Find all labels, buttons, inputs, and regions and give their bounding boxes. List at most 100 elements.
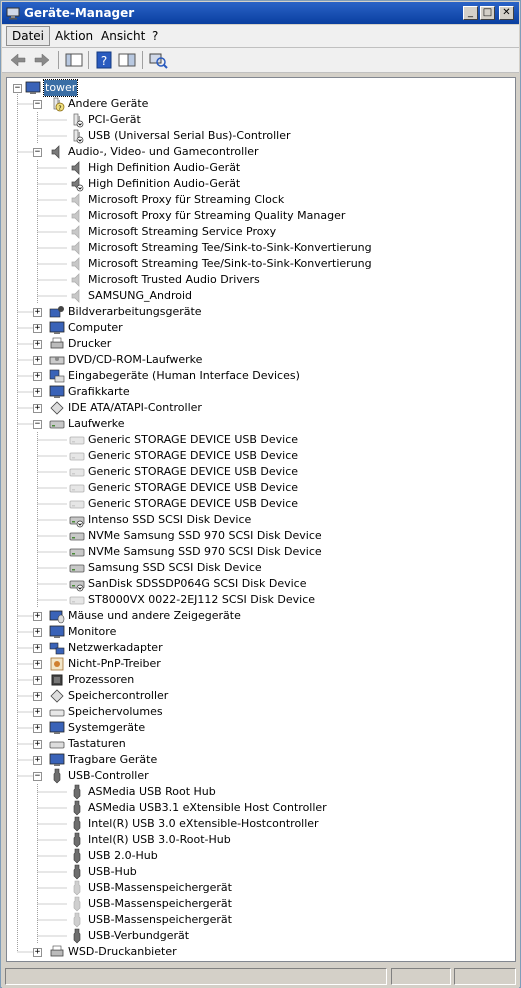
tree-group[interactable]: + Speichercontroller [7, 688, 507, 704]
tree-device[interactable]: Microsoft Streaming Tee/Sink-to-Sink-Kon… [7, 240, 507, 256]
tree-group[interactable]: + IDE ATA/ATAPI-Controller [7, 400, 507, 416]
tree-device[interactable]: USB-Hub [7, 864, 507, 880]
tree-device[interactable]: High Definition Audio-Gerät [7, 160, 507, 176]
expand-toggle[interactable]: + [33, 308, 42, 317]
close-button[interactable]: ✕ [499, 6, 514, 20]
tree-device[interactable]: USB-Massenspeichergerät [7, 880, 507, 896]
menu-ansicht[interactable]: Ansicht [96, 27, 150, 45]
collapse-toggle[interactable]: − [33, 420, 42, 429]
status-pane-main [5, 968, 387, 985]
tree-device[interactable]: High Definition Audio-Gerät [7, 176, 507, 192]
expand-toggle[interactable]: + [33, 756, 42, 765]
collapse-toggle[interactable]: − [33, 100, 42, 109]
expand-toggle[interactable]: + [33, 340, 42, 349]
toolbar-separator [142, 51, 143, 69]
tree-group-label: Bildverarbeitungsgeräte [68, 305, 202, 318]
expand-toggle[interactable]: + [33, 612, 42, 621]
tree-group[interactable]: −? Andere Geräte [7, 96, 507, 112]
disk-disabled-icon [69, 576, 85, 592]
tree-group[interactable]: + Bildverarbeitungsgeräte [7, 304, 507, 320]
tree-device[interactable]: ST8000VX 0022-2EJ112 SCSI Disk Device [7, 592, 507, 608]
tree-device[interactable]: Intel(R) USB 3.0-Root-Hub [7, 832, 507, 848]
expand-toggle[interactable]: + [33, 628, 42, 637]
expand-toggle[interactable]: + [33, 372, 42, 381]
tree-root-tower[interactable]: − tower [7, 79, 507, 97]
properties-icon[interactable] [117, 51, 137, 69]
console-tree-icon[interactable] [64, 51, 84, 69]
tree-device[interactable]: ASMedia USB Root Hub [7, 784, 507, 800]
expand-toggle[interactable]: + [33, 692, 42, 701]
tree-group[interactable]: + Computer [7, 320, 507, 336]
expand-toggle[interactable]: + [33, 388, 42, 397]
tree-device[interactable]: Microsoft Trusted Audio Drivers [7, 272, 507, 288]
tree-device[interactable]: Microsoft Proxy für Streaming Clock [7, 192, 507, 208]
scan-hardware-icon[interactable] [148, 51, 168, 69]
monitor-icon [49, 624, 65, 640]
tree-device[interactable]: PCI-Gerät [7, 112, 507, 128]
device-tree[interactable]: − tower −? Andere Geräte PCI-Gerät USB (Unive… [6, 77, 516, 962]
tree-device[interactable]: ASMedia USB3.1 eXtensible Host Controlle… [7, 800, 507, 816]
expand-toggle[interactable]: + [33, 708, 42, 717]
tree-group[interactable]: − Audio-, Video- und Gamecontroller [7, 144, 507, 160]
tree-group[interactable]: + Drucker [7, 336, 507, 352]
tree-group[interactable]: + Mäuse und andere Zeigegeräte [7, 608, 507, 624]
tree-device[interactable]: USB-Massenspeichergerät [7, 912, 507, 928]
expand-toggle[interactable]: + [33, 948, 42, 957]
help-icon[interactable]: ? [94, 51, 114, 69]
speaker-disabled-icon [69, 176, 85, 192]
tree-device[interactable]: Generic STORAGE DEVICE USB Device [7, 432, 507, 448]
expand-toggle[interactable]: + [33, 724, 42, 733]
tree-group[interactable]: + Prozessoren [7, 672, 507, 688]
tree-device[interactable]: Generic STORAGE DEVICE USB Device [7, 448, 507, 464]
tree-group[interactable]: + Speichervolumes [7, 704, 507, 720]
tree-device[interactable]: SAMSUNG_Android [7, 288, 507, 304]
minimize-button[interactable]: _ [463, 6, 478, 20]
tree-device[interactable]: Generic STORAGE DEVICE USB Device [7, 496, 507, 512]
forward-arrow-icon[interactable] [32, 51, 52, 69]
tree-group[interactable]: + Systemgeräte [7, 720, 507, 736]
tree-device[interactable]: Microsoft Streaming Service Proxy [7, 224, 507, 240]
menu-aktion[interactable]: Aktion [50, 27, 98, 45]
tree-device[interactable]: USB 2.0-Hub [7, 848, 507, 864]
tree-group[interactable]: − Laufwerke [7, 416, 507, 432]
tree-device[interactable]: Microsoft Streaming Tee/Sink-to-Sink-Kon… [7, 256, 507, 272]
tree-group[interactable]: + DVD/CD-ROM-Laufwerke [7, 352, 507, 368]
maximize-button[interactable]: □ [480, 6, 495, 20]
tree-device[interactable]: Intel(R) USB 3.0 eXtensible-Hostcontroll… [7, 816, 507, 832]
tree-group[interactable]: − USB-Controller [7, 768, 507, 784]
collapse-toggle[interactable]: − [13, 84, 22, 93]
collapse-toggle[interactable]: − [33, 148, 42, 157]
tree-group[interactable]: + WSD-Druckanbieter [7, 944, 507, 960]
expand-toggle[interactable]: + [33, 324, 42, 333]
expand-toggle[interactable]: + [33, 404, 42, 413]
back-arrow-icon[interactable] [8, 51, 28, 69]
tree-device[interactable]: USB-Verbundgerät [7, 928, 507, 944]
tree-group[interactable]: + Grafikkarte [7, 384, 507, 400]
collapse-toggle[interactable]: − [33, 772, 42, 781]
title-bar[interactable]: Geräte-Manager _ □ ✕ [2, 2, 519, 24]
tree-device[interactable]: SanDisk SDSSDP064G SCSI Disk Device [7, 576, 507, 592]
menu-help[interactable]: ? [147, 27, 163, 45]
tree-device[interactable]: Generic STORAGE DEVICE USB Device [7, 464, 507, 480]
tree-group[interactable]: + Tragbare Geräte [7, 752, 507, 768]
expand-toggle[interactable]: + [33, 644, 42, 653]
expand-toggle[interactable]: + [33, 660, 42, 669]
tree-group[interactable]: + Eingabegeräte (Human Interface Devices) [7, 368, 507, 384]
expand-toggle[interactable]: + [33, 356, 42, 365]
menu-datei[interactable]: Datei [6, 26, 51, 46]
tree-device[interactable]: Samsung SSD SCSI Disk Device [7, 560, 507, 576]
tree-device[interactable]: Microsoft Proxy für Streaming Quality Ma… [7, 208, 507, 224]
tree-device[interactable]: USB (Universal Serial Bus)-Controller [7, 128, 507, 144]
tree-device[interactable]: NVMe Samsung SSD 970 SCSI Disk Device [7, 528, 507, 544]
expand-toggle[interactable]: + [33, 676, 42, 685]
tree-group[interactable]: + Tastaturen [7, 736, 507, 752]
tree-group[interactable]: + Monitore [7, 624, 507, 640]
tree-device[interactable]: NVMe Samsung SSD 970 SCSI Disk Device [7, 544, 507, 560]
tree-group[interactable]: + Netzwerkadapter [7, 640, 507, 656]
tree-group[interactable]: + Nicht-PnP-Treiber [7, 656, 507, 672]
usb-icon [69, 800, 85, 816]
tree-device[interactable]: Generic STORAGE DEVICE USB Device [7, 480, 507, 496]
expand-toggle[interactable]: + [33, 740, 42, 749]
tree-device[interactable]: Intenso SSD SCSI Disk Device [7, 512, 507, 528]
tree-device[interactable]: USB-Massenspeichergerät [7, 896, 507, 912]
